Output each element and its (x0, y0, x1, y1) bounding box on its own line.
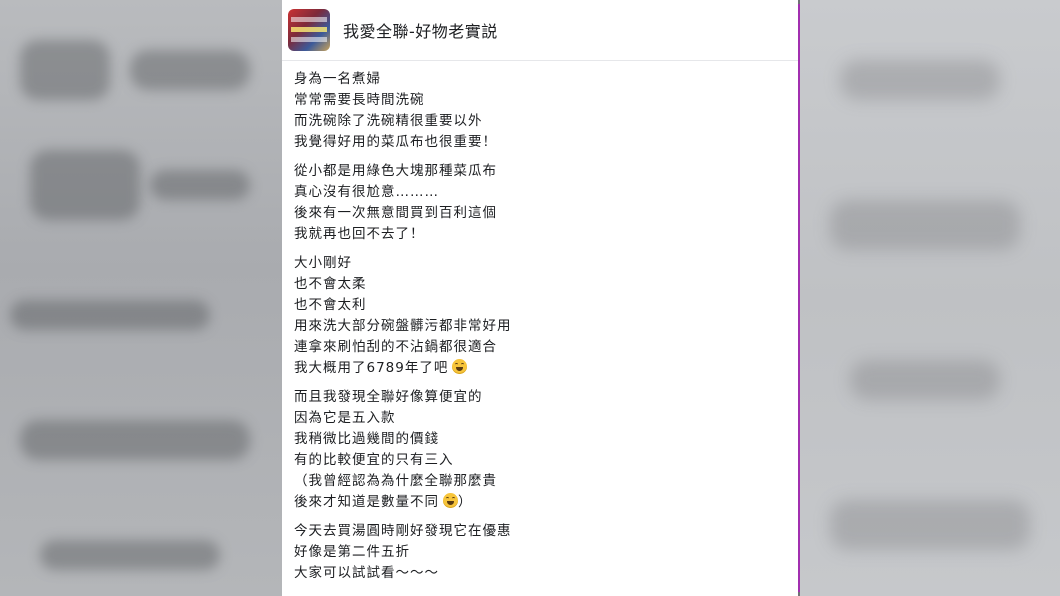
grinning-face-emoji-icon (452, 359, 468, 374)
post-line: 也不會太柔 (294, 276, 367, 292)
post-line-with-emoji: 我大概用了6789年了吧 (294, 358, 798, 379)
paragraph-3: 大小剛好 也不會太柔 也不會太利 用來洗大部分碗盤髒污都非常好用 連拿來刷怕刮的… (294, 253, 798, 379)
post-line: 我就再也回不去了！ (294, 226, 425, 242)
post-line-text: 後來才知道是數量不同 (294, 494, 439, 510)
post-header: 我愛全聯-好物老實説 (282, 0, 798, 61)
grinning-face-emoji-icon (443, 493, 458, 508)
post-line: 大小剛好 (294, 255, 352, 271)
blurred-background-right (800, 0, 1060, 596)
post-line: 用來洗大部分碗盤髒污都非常好用 (294, 318, 512, 334)
closing-paren: ） (458, 494, 473, 510)
facebook-post-card: 我愛全聯-好物老實説 身為一名煮婦 常常需要長時間洗碗 而洗碗除了洗碗精很重要以… (282, 0, 798, 596)
post-line: 我覺得好用的菜瓜布也很重要！ (294, 134, 497, 150)
page-name-link[interactable]: 我愛全聯-好物老實説 (343, 18, 498, 42)
post-line: 也不會太利 (294, 297, 367, 313)
post-line: 真心沒有很尬意……… (294, 184, 439, 200)
blurred-background-left (0, 0, 282, 596)
paragraph-5: 今天去買湯圓時剛好發現它在優惠 好像是第二件五折 大家可以試試看～～～ (294, 521, 798, 584)
post-line: 連拿來刷怕刮的不沾鍋都很適合 (294, 339, 497, 355)
post-line: 好像是第二件五折 (294, 544, 410, 560)
accent-divider-line (798, 4, 800, 592)
post-line: 我稍微比過幾間的價錢 (294, 431, 439, 447)
paragraph-1: 身為一名煮婦 常常需要長時間洗碗 而洗碗除了洗碗精很重要以外 我覺得好用的菜瓜布… (294, 69, 798, 153)
post-line: 後來有一次無意間買到百利這個 (294, 205, 497, 221)
paragraph-4: 而且我發現全聯好像算便宜的 因為它是五入款 我稍微比過幾間的價錢 有的比較便宜的… (294, 387, 798, 513)
post-line: 今天去買湯圓時剛好發現它在優惠 (294, 523, 512, 539)
post-line-text: 我大概用了6789年了吧 (294, 360, 449, 376)
paragraph-2: 從小都是用綠色大塊那種菜瓜布 真心沒有很尬意……… 後來有一次無意間買到百利這個… (294, 161, 798, 245)
post-line: 而洗碗除了洗碗精很重要以外 (294, 113, 483, 129)
post-body: 身為一名煮婦 常常需要長時間洗碗 而洗碗除了洗碗精很重要以外 我覺得好用的菜瓜布… (282, 61, 798, 584)
post-line: 有的比較便宜的只有三入 (294, 452, 454, 468)
post-line: 因為它是五入款 (294, 410, 396, 426)
post-line: 從小都是用綠色大塊那種菜瓜布 (294, 163, 497, 179)
page-avatar[interactable] (288, 9, 330, 51)
post-line: （我曾經認為為什麼全聯那麼貴 (294, 473, 497, 489)
post-line: 大家可以試試看～～～ (294, 565, 439, 581)
post-line: 身為一名煮婦 (294, 71, 381, 87)
post-line: 而且我發現全聯好像算便宜的 (294, 389, 483, 405)
post-line: 常常需要長時間洗碗 (294, 92, 425, 108)
post-line-with-emoji: 後來才知道是數量不同 ） (294, 492, 798, 513)
